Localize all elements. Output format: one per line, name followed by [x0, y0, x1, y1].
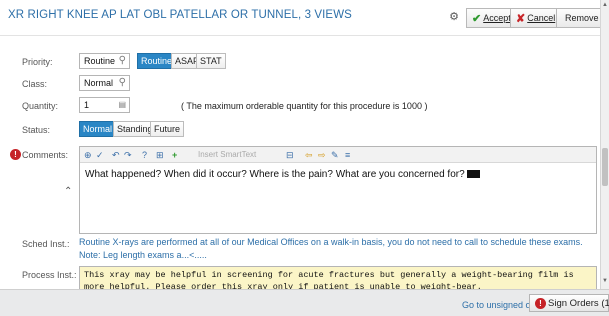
redo-icon[interactable]: ↷ [124, 149, 132, 161]
quantity-field[interactable]: 1 ▤ [79, 97, 130, 113]
sched-text: Routine X-rays are performed at all of o… [79, 237, 583, 260]
cursor-block [466, 170, 480, 179]
status-option-normal[interactable]: Normal [79, 121, 117, 137]
link-icon[interactable]: ✎ [331, 149, 339, 161]
spellcheck-icon[interactable]: ⊕ [84, 149, 92, 161]
close-icon: ✘ [516, 12, 526, 25]
comments-question: What happened? When did it occur? Where … [85, 169, 465, 180]
status-label: Status: [22, 125, 51, 135]
process-label: Process Inst.: [22, 270, 77, 280]
help-icon[interactable]: ? [142, 149, 147, 161]
scroll-down-icon[interactable]: ▼ [602, 278, 608, 284]
smarttext-input[interactable]: Insert SmartText [198, 149, 276, 161]
status-option-future[interactable]: Future [150, 121, 185, 137]
order-header: XR RIGHT KNEE AP LAT OBL PATELLAR OR TUN… [0, 0, 608, 36]
right-arrow-icon[interactable]: ⇨ [318, 149, 326, 161]
order-title: XR RIGHT KNEE AP LAT OBL PATELLAR OR TUN… [8, 9, 352, 21]
alert-icon: ! [535, 298, 546, 309]
search-icon[interactable]: ⚲ [119, 55, 126, 66]
cancel-label: Cancel [527, 13, 556, 23]
remove-label: Remove [565, 13, 599, 23]
scrollbar[interactable]: ▲ ▼ [600, 0, 609, 289]
sign-orders-label: Sign Orders (1) [548, 298, 609, 309]
editor-toolbar: ⊕ ✓ ↶ ↷ ? ⊞ + Insert SmartText ⊟ ⇦ ⇨ ✎ ≡ [80, 147, 596, 163]
quantity-label: Quantity: [22, 101, 59, 111]
smartphrase-icon[interactable]: ⊞ [156, 149, 164, 161]
comments-text[interactable]: What happened? When did it occur? Where … [85, 169, 480, 180]
sign-orders-button[interactable]: ! Sign Orders (1) [529, 294, 609, 312]
order-dialog: XR RIGHT KNEE AP LAT OBL PATELLAR OR TUN… [0, 0, 609, 316]
priority-option-stat[interactable]: STAT [196, 53, 226, 69]
class-field[interactable]: Normal ⚲ [79, 75, 130, 91]
quantity-note: ( The maximum orderable quantity for thi… [181, 101, 428, 111]
checkmark-icon: ✔ [472, 12, 482, 25]
spelling-icon[interactable]: ✓ [96, 149, 104, 161]
class-value: Normal [84, 78, 114, 88]
priority-value: Routine [84, 56, 116, 66]
priority-label: Priority: [22, 57, 53, 67]
class-label: Class: [22, 79, 48, 89]
gear-icon[interactable]: ⚙ [447, 10, 461, 24]
left-arrow-icon[interactable]: ⇦ [305, 149, 313, 161]
comments-editor[interactable]: ⊕ ✓ ↶ ↷ ? ⊞ + Insert SmartText ⊟ ⇦ ⇨ ✎ ≡… [79, 146, 597, 234]
document-icon[interactable]: ⊟ [286, 149, 294, 161]
sched-label: Sched Inst.: [22, 239, 70, 249]
format-icon[interactable]: ≡ [345, 149, 350, 161]
calculator-icon[interactable]: ▤ [118, 100, 126, 109]
scroll-up-icon[interactable]: ▲ [602, 2, 608, 8]
scrollbar-thumb[interactable] [602, 148, 608, 186]
quantity-value: 1 [84, 100, 90, 110]
comments-label: Comments: [22, 150, 69, 160]
accept-label: Accept [483, 13, 511, 23]
undo-icon[interactable]: ↶ [112, 149, 120, 161]
priority-field[interactable]: Routine ⚲ [79, 53, 130, 69]
cancel-button[interactable]: ✘ Cancel [510, 8, 562, 28]
add-icon[interactable]: + [172, 149, 177, 161]
collapse-icon[interactable]: ⌃ [64, 186, 72, 197]
required-icon: ! [10, 149, 21, 160]
search-icon[interactable]: ⚲ [119, 77, 126, 88]
footer-bar: Go to unsigned orders ! Sign Orders (1) [0, 289, 609, 316]
